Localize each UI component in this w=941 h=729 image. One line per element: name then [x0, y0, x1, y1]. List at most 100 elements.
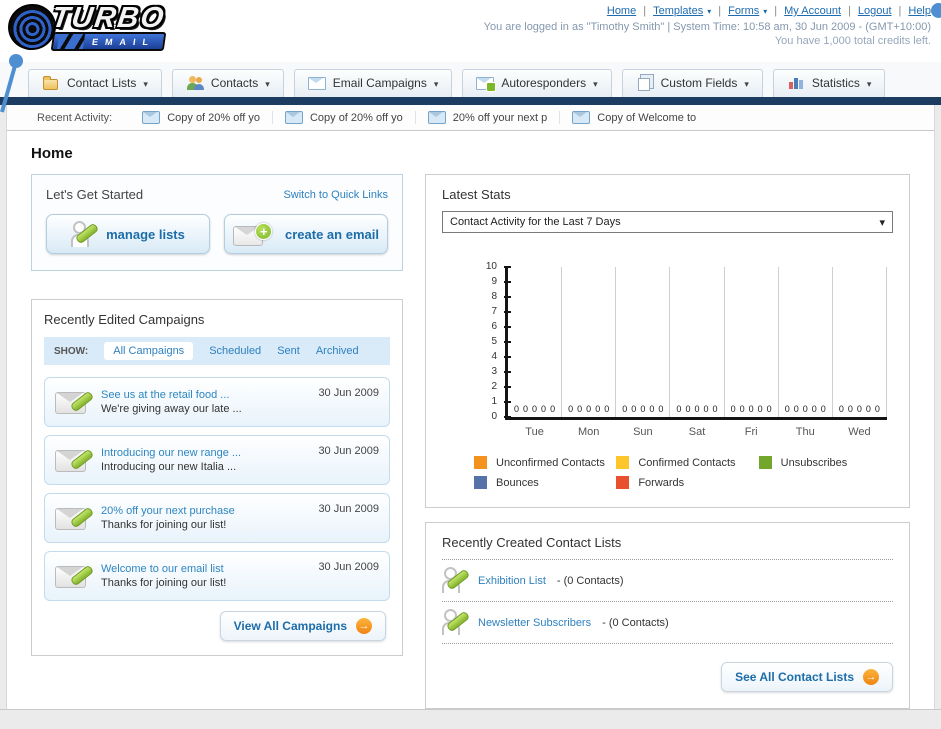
envelope-pencil-icon	[55, 505, 95, 532]
recent-activity-item[interactable]: Copy of Welcome to	[559, 111, 708, 124]
person-pencil-icon	[442, 567, 471, 594]
pages-icon	[636, 75, 654, 91]
campaign-title[interactable]: See us at the retail food ...	[101, 389, 242, 401]
latest-stats-panel: Latest Stats Contact Activity for the La…	[425, 174, 910, 508]
chart-groups: 0 0 0 0 0 Tue 0 0 0 0 0 Mon 0 0 0 0 0 Sun 0 0 0 0 0 Sat 0 0 0 0 0 Fri…	[508, 267, 887, 438]
header-link[interactable]: Home	[607, 5, 636, 17]
campaign-list: See us at the retail food ... We're givi…	[44, 377, 390, 601]
legend-swatch	[474, 476, 487, 489]
contact-activity-chart: 10 9 8 7 6 5 4 3 2 1 0 0 0 0 0 0 Tue 0 0 0 0 0 Mon 0 0 0 0 0 Sun 0 0 0…	[478, 261, 887, 438]
view-all-campaigns-button[interactable]: View All Campaigns	[219, 611, 386, 641]
mail-arrow-icon	[476, 75, 497, 92]
page-body: Recent Activity: Copy of 20% off yo Copy…	[6, 105, 935, 709]
mail-plus-icon	[233, 222, 275, 247]
recent-activity-item[interactable]: 20% off your next p	[414, 111, 560, 124]
legend-swatch	[616, 456, 630, 469]
legend-item: Confirmed Contacts	[616, 456, 750, 469]
envelope-pencil-icon	[55, 389, 95, 416]
recently-edited-campaigns-panel: Recently Edited Campaigns SHOW: All Camp…	[31, 299, 403, 656]
recent-activity-bar: Recent Activity: Copy of 20% off yo Copy…	[7, 105, 934, 131]
stats-period-select[interactable]: Contact Activity for the Last 7 Days	[442, 211, 893, 233]
campaign-item[interactable]: Welcome to our email list Thanks for joi…	[44, 551, 390, 601]
login-info: You are logged in as "Timothy Smith" | S…	[483, 21, 931, 33]
main-content: Home Let's Get Started Switch to Quick L…	[7, 131, 934, 709]
create-an-email-button[interactable]: create an email	[224, 214, 388, 254]
header-link[interactable]: Templates	[653, 5, 711, 17]
recent-contact-lists-panel: Recently Created Contact Lists Exhibitio…	[425, 522, 910, 709]
contact-list-item[interactable]: Newsletter Subscribers - (0 Contacts)	[442, 602, 893, 644]
contact-list-item[interactable]: Exhibition List - (0 Contacts)	[442, 560, 893, 602]
header-link-item: Forms	[711, 5, 767, 17]
chart-day-group: 0 0 0 0 0 Sat	[670, 267, 725, 438]
tab-custom-fields[interactable]: Custom Fields	[621, 69, 763, 97]
legend-item: Unsubscribes	[758, 456, 893, 469]
decorative-pin-icon	[0, 54, 23, 113]
recent-activity-item[interactable]: Copy of 20% off yo	[271, 111, 415, 124]
campaign-title[interactable]: 20% off your next purchase	[101, 505, 235, 517]
contact-list-items: Exhibition List - (0 Contacts) Newslette…	[442, 560, 893, 644]
header-links: Home Templates Forms My Account Logout Help	[484, 5, 931, 17]
logo-hatch-decoration	[56, 34, 86, 49]
contact-list-link[interactable]: Newsletter Subscribers	[478, 617, 591, 629]
logo-title: TURBO	[49, 2, 168, 34]
campaign-item[interactable]: See us at the retail food ... We're givi…	[44, 377, 390, 427]
main-nav: Contact Lists Contacts Email Campaigns A…	[0, 62, 941, 97]
campaign-filter[interactable]: Archived	[316, 345, 359, 357]
get-started-title: Let's Get Started	[46, 187, 144, 202]
mail-icon	[427, 111, 446, 124]
chevron-down-icon	[593, 76, 598, 90]
recent-activity-item[interactable]: Copy of 20% off yo	[130, 111, 272, 124]
envelope-pencil-icon	[55, 447, 95, 474]
chart-day-group: 0 0 0 0 0 Thu	[779, 267, 833, 438]
envelope-pencil-icon	[55, 563, 95, 590]
header-link-item: Help	[892, 5, 931, 17]
campaign-subtitle: Thanks for joining our list!	[101, 577, 227, 589]
campaigns-panel-title: Recently Edited Campaigns	[44, 312, 205, 327]
legend-swatch	[616, 476, 630, 489]
see-all-contact-lists-button[interactable]: See All Contact Lists	[721, 662, 893, 692]
tab-contacts[interactable]: Contacts	[171, 69, 284, 97]
campaign-filter[interactable]: Sent	[277, 345, 300, 357]
chart-day-group: 0 0 0 0 0 Wed	[833, 267, 887, 438]
campaign-title[interactable]: Introducing our new range ...	[101, 447, 241, 459]
campaign-item[interactable]: 20% off your next purchase Thanks for jo…	[44, 493, 390, 543]
legend-item: Unconfirmed Contacts	[474, 456, 608, 469]
header-link-item: Templates	[636, 5, 711, 17]
chevron-down-icon	[434, 76, 439, 90]
tab-autoresponders[interactable]: Autoresponders	[462, 69, 612, 97]
bar-chart-icon	[787, 75, 805, 91]
campaign-filter[interactable]: Scheduled	[209, 345, 261, 357]
tab-statistics[interactable]: Statistics	[772, 69, 886, 97]
campaign-subtitle: Thanks for joining our list!	[101, 519, 227, 531]
chart-y-axis: 10 9 8 7 6 5 4 3 2 1 0	[478, 261, 511, 422]
legend-item: Forwards	[616, 476, 750, 489]
mail-icon	[284, 111, 303, 124]
contact-list-link[interactable]: Exhibition List	[478, 575, 546, 587]
tab-email-campaigns[interactable]: Email Campaigns	[293, 69, 453, 97]
nav-divider-bar	[0, 97, 941, 105]
chevron-down-icon	[744, 76, 749, 90]
campaign-date: 30 Jun 2009	[318, 561, 379, 573]
campaign-subtitle: Introducing our new Italia ...	[101, 461, 237, 473]
decorative-dot-icon	[931, 3, 941, 18]
chart-day-group: 0 0 0 0 0 Sun	[616, 267, 671, 438]
campaign-filter[interactable]: All Campaigns	[104, 342, 194, 360]
chevron-down-icon	[143, 76, 148, 90]
chart-day-group: 0 0 0 0 0 Tue	[508, 267, 563, 438]
campaign-item[interactable]: Introducing our new range ... Introducin…	[44, 435, 390, 485]
header-link[interactable]: Forms	[728, 5, 767, 17]
header-link[interactable]: My Account	[784, 5, 841, 17]
person-pencil-icon	[71, 220, 100, 248]
campaign-title[interactable]: Welcome to our email list	[101, 563, 226, 575]
manage-lists-button[interactable]: manage lists	[46, 214, 210, 254]
legend-swatch	[474, 456, 487, 469]
folder-icon	[42, 75, 60, 91]
tab-contact-lists[interactable]: Contact Lists	[28, 69, 162, 97]
switch-quick-links-link[interactable]: Switch to Quick Links	[283, 189, 388, 201]
recent-activity-list: Copy of 20% off yo Copy of 20% off yo 20…	[130, 111, 708, 124]
header-link[interactable]: Logout	[858, 5, 892, 17]
page-title: Home	[31, 145, 73, 162]
campaign-subtitle: We're giving away our late ...	[101, 403, 242, 415]
header-link[interactable]: Help	[908, 5, 931, 17]
credits-info: You have 1,000 total credits left.	[774, 35, 931, 47]
